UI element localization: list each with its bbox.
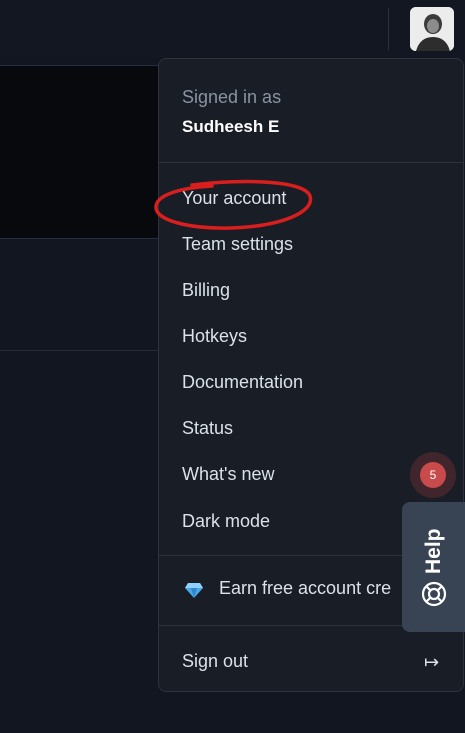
avatar[interactable]	[410, 7, 454, 51]
sign-out-icon: ↦	[424, 652, 440, 672]
sign-out-label: Sign out	[182, 651, 249, 671]
menu-item-documentation[interactable]: Documentation	[182, 372, 303, 393]
background-panel	[0, 65, 160, 239]
help-label: Help	[422, 528, 445, 574]
gem-icon	[184, 580, 204, 600]
user-name: Sudheesh E	[182, 117, 280, 136]
help-widget[interactable]: Help	[402, 502, 465, 632]
notification-badge[interactable]: 5	[410, 452, 456, 498]
top-bar	[0, 0, 465, 58]
menu-header: Signed in as Sudheesh E	[159, 59, 463, 163]
menu-item-hotkeys[interactable]: Hotkeys	[182, 326, 247, 347]
signed-in-label: Signed in as	[182, 87, 282, 107]
lifebuoy-icon	[421, 581, 447, 607]
topbar-divider	[388, 8, 389, 50]
menu-item-dark-mode[interactable]: Dark mode	[182, 511, 270, 532]
background-divider	[0, 350, 160, 351]
menu-item-whats-new[interactable]: What's new	[182, 464, 274, 485]
notification-count: 5	[420, 462, 446, 488]
menu-list: Your account Team settings Billing Hotke…	[159, 162, 463, 556]
menu-item-your-account[interactable]: Your account	[182, 188, 286, 209]
menu-item-team-settings[interactable]: Team settings	[182, 234, 293, 255]
earn-credits-label: Earn free account cre	[219, 578, 392, 598]
menu-item-status[interactable]: Status	[182, 418, 233, 439]
menu-item-billing[interactable]: Billing	[182, 280, 230, 301]
sign-out-item[interactable]: Sign out ↦	[159, 625, 463, 691]
